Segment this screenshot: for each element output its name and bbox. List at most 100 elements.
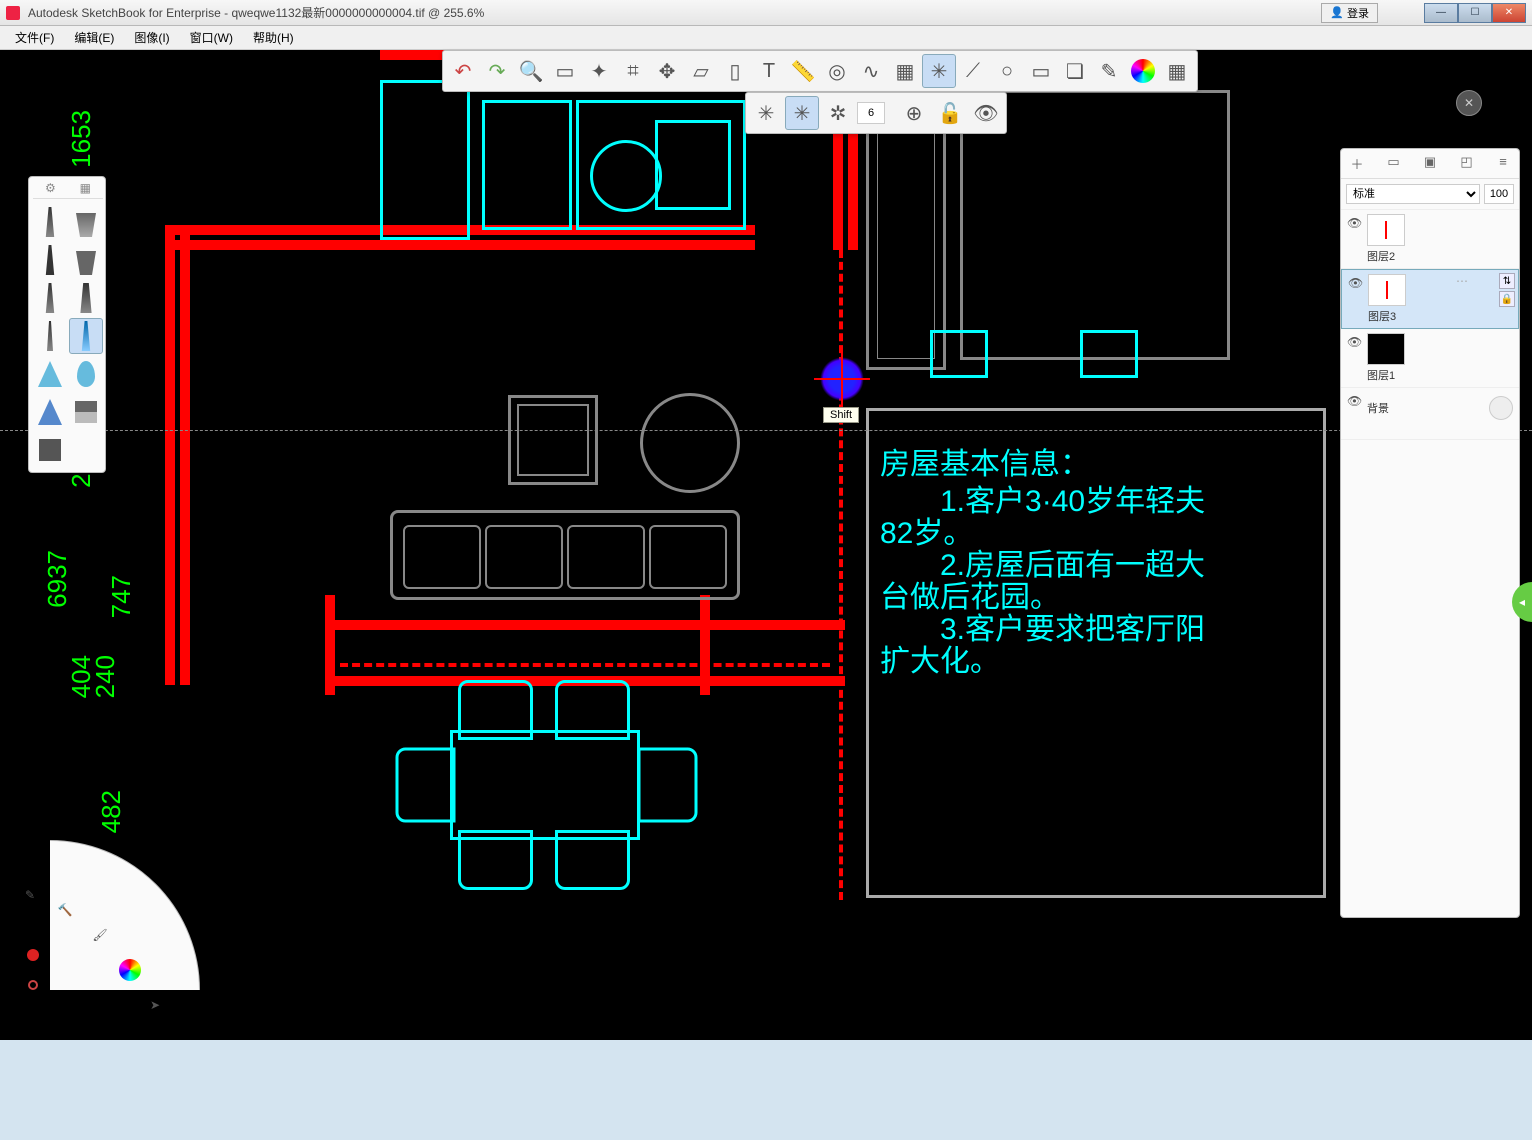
mask-button[interactable]: ◰ bbox=[1458, 154, 1476, 173]
layers-button[interactable]: ❏ bbox=[1058, 54, 1092, 88]
transform-button[interactable]: ✥ bbox=[650, 54, 684, 88]
wall-dashed bbox=[839, 250, 843, 900]
chair bbox=[396, 748, 456, 823]
visibility-icon[interactable]: 👁 bbox=[1348, 274, 1362, 290]
app-icon bbox=[6, 6, 20, 20]
circle-shape-button[interactable]: ○ bbox=[990, 54, 1024, 88]
layer-menu-button[interactable]: ≡ bbox=[1494, 154, 1512, 173]
zoom-button[interactable]: 🔍 bbox=[514, 54, 548, 88]
fill-tool[interactable] bbox=[33, 432, 67, 468]
bucket-button[interactable]: ▯ bbox=[718, 54, 752, 88]
lagoon-tool[interactable]: 🔨 bbox=[50, 895, 80, 925]
brush-lib-button[interactable]: ✎ bbox=[1092, 54, 1126, 88]
image-layer-button[interactable]: ▣ bbox=[1421, 154, 1439, 173]
lagoon-swatch[interactable] bbox=[18, 940, 48, 970]
dim-404: 404 bbox=[66, 655, 97, 698]
layer-row[interactable]: 👁 背景 bbox=[1341, 388, 1519, 440]
layer-thumb bbox=[1367, 214, 1405, 246]
chisel-brush[interactable] bbox=[69, 204, 103, 240]
symmetry-count-input[interactable] bbox=[857, 102, 885, 124]
sym-y-button[interactable]: ✳ bbox=[785, 96, 819, 130]
pencil-brush[interactable] bbox=[33, 204, 67, 240]
ruler-button[interactable]: 📏 bbox=[786, 54, 820, 88]
add-layer-button[interactable]: ＋ bbox=[1348, 154, 1366, 173]
maximize-button[interactable]: ☐ bbox=[1458, 3, 1492, 23]
ellipse-guide-button[interactable]: ◎ bbox=[820, 54, 854, 88]
bg-swatch bbox=[1489, 396, 1513, 420]
visibility-icon[interactable]: 👁 bbox=[1347, 392, 1361, 408]
text-button[interactable]: T bbox=[752, 54, 786, 88]
sink bbox=[655, 120, 731, 210]
layer-name: 图层3 bbox=[1368, 308, 1406, 324]
marquee-button[interactable]: ▭ bbox=[548, 54, 582, 88]
dim-1653: 1653 bbox=[66, 110, 97, 168]
pen-brush[interactable] bbox=[33, 242, 67, 278]
undo-button[interactable]: ↶ bbox=[446, 54, 480, 88]
minimize-button[interactable]: — bbox=[1424, 3, 1458, 23]
color-wheel-button[interactable] bbox=[1126, 54, 1160, 88]
apps-button[interactable]: ▦ bbox=[1160, 54, 1194, 88]
wand-button[interactable]: ✦ bbox=[582, 54, 616, 88]
lagoon-pointer[interactable]: ➤ bbox=[140, 990, 170, 1020]
close-panel-button[interactable]: ✕ bbox=[1456, 90, 1482, 116]
brush-brush[interactable] bbox=[69, 280, 103, 316]
lagoon-color[interactable] bbox=[115, 955, 145, 985]
wall bbox=[700, 595, 710, 695]
airbrush[interactable] bbox=[69, 318, 103, 354]
tri-tool[interactable] bbox=[33, 356, 67, 392]
layer-name: 图层1 bbox=[1367, 367, 1405, 383]
layer-row[interactable]: 👁 图层3 ⋯ ⇅ 🔒 bbox=[1341, 269, 1519, 329]
close-button[interactable]: ✕ bbox=[1492, 3, 1526, 23]
fine-brush[interactable] bbox=[33, 318, 67, 354]
wall bbox=[165, 225, 175, 685]
layers-panel: ＋ ▭ ▣ ◰ ≡ 标准 👁 图层2 👁 图层3 ⋯ ⇅ 🔒 👁 bbox=[1340, 148, 1520, 918]
visibility-icon[interactable]: 👁 bbox=[1347, 214, 1361, 230]
modifier-key-badge: Shift bbox=[823, 407, 859, 423]
menu-file[interactable]: 文件(F) bbox=[6, 26, 63, 49]
visibility-icon[interactable]: 👁 bbox=[1347, 333, 1361, 349]
erase-tool[interactable] bbox=[69, 394, 103, 430]
menu-help[interactable]: 帮助(H) bbox=[244, 26, 303, 49]
move-up-button[interactable]: ⇅ bbox=[1499, 273, 1515, 289]
chair bbox=[555, 680, 630, 740]
menu-image[interactable]: 图像(I) bbox=[125, 26, 178, 49]
distort-button[interactable]: ▱ bbox=[684, 54, 718, 88]
ink-brush[interactable] bbox=[33, 280, 67, 316]
blend-mode-select[interactable]: 标准 bbox=[1346, 184, 1480, 204]
lagoon-menu[interactable]: ✎ 🔨 🖌 ➤ bbox=[0, 840, 200, 1040]
sym-center-button[interactable]: ⊕ bbox=[897, 96, 931, 130]
drop-tool[interactable] bbox=[69, 356, 103, 392]
login-button[interactable]: 👤 登录 bbox=[1321, 3, 1378, 23]
crop-button[interactable]: ⌗ bbox=[616, 54, 650, 88]
menu-edit[interactable]: 编辑(E) bbox=[65, 26, 123, 49]
lagoon-brush[interactable]: ✎ bbox=[15, 880, 45, 910]
opacity-input[interactable] bbox=[1484, 184, 1514, 204]
french-curve-button[interactable]: ∿ bbox=[854, 54, 888, 88]
cursor-symmetry-center[interactable] bbox=[820, 357, 864, 401]
redo-button[interactable]: ↷ bbox=[480, 54, 514, 88]
info-title: 房屋基本信息： bbox=[880, 445, 1090, 486]
canvas[interactable]: 1653 873 2096 747 6937 240 404 482 bbox=[0, 50, 1532, 1040]
folder-button[interactable]: ▭ bbox=[1385, 154, 1403, 173]
sym-radial-button[interactable]: ✲ bbox=[821, 96, 855, 130]
lagoon-swatch2[interactable] bbox=[18, 970, 48, 1000]
layer-thumb bbox=[1368, 274, 1406, 306]
chair bbox=[458, 680, 533, 740]
menu-window[interactable]: 窗口(W) bbox=[181, 26, 242, 49]
layer-row[interactable]: 👁 图层2 bbox=[1341, 210, 1519, 269]
stroke-button[interactable]: ⟋ bbox=[956, 54, 990, 88]
symmetry-button[interactable]: ✳ bbox=[922, 54, 956, 88]
lagoon-brush2[interactable]: 🖌 bbox=[85, 920, 115, 950]
marker-brush[interactable] bbox=[69, 242, 103, 278]
sym-visible-button[interactable]: 👁 bbox=[969, 96, 1003, 130]
tri2-tool[interactable] bbox=[33, 394, 67, 430]
sofa bbox=[390, 510, 740, 600]
sym-x-button[interactable]: ✳ bbox=[749, 96, 783, 130]
settings-icon[interactable]: ⚙ bbox=[45, 181, 56, 198]
lock-button[interactable]: 🔒 bbox=[1499, 291, 1515, 307]
grid-icon[interactable]: ▦ bbox=[80, 181, 91, 198]
rect-shape-button[interactable]: ▭ bbox=[1024, 54, 1058, 88]
layer-row[interactable]: 👁 图层1 bbox=[1341, 329, 1519, 388]
sym-lock-button[interactable]: 🔓 bbox=[933, 96, 967, 130]
perspective-button[interactable]: ▦ bbox=[888, 54, 922, 88]
